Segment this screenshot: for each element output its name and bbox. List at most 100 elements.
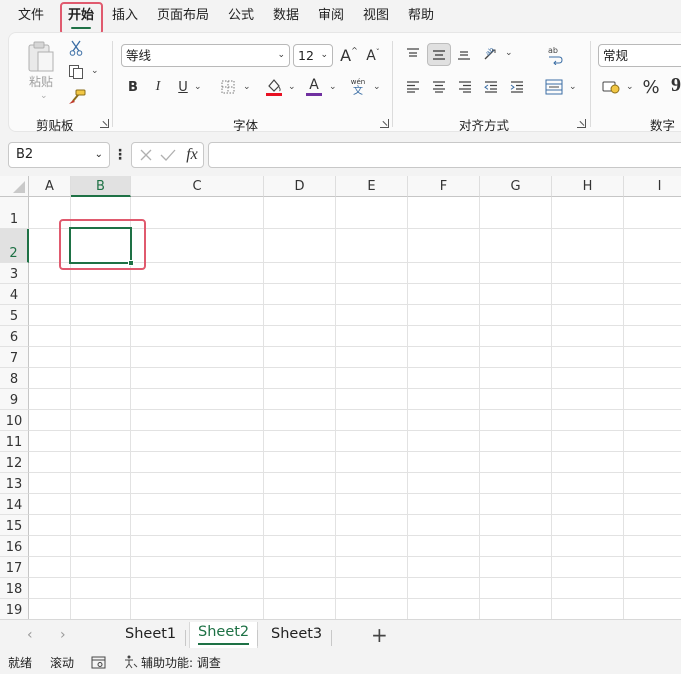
borders-icon[interactable] xyxy=(219,78,237,96)
selected-cell-b2[interactable] xyxy=(69,227,134,266)
phonetic-dropdown-icon[interactable]: ⌄ xyxy=(373,82,381,92)
row-header[interactable]: 10 xyxy=(0,410,29,431)
font-size-select[interactable]: 12 ⌄ xyxy=(293,44,333,67)
row-header[interactable]: 19 xyxy=(0,599,29,619)
row-header[interactable]: 16 xyxy=(0,536,29,557)
italic-button[interactable]: I xyxy=(150,77,166,97)
row-header[interactable]: 6 xyxy=(0,326,29,347)
fill-color-icon[interactable] xyxy=(264,76,284,98)
column-header-b[interactable]: B xyxy=(71,176,131,197)
increase-indent-icon[interactable] xyxy=(508,78,526,96)
row-header[interactable]: 8 xyxy=(0,368,29,389)
row-header[interactable]: 2 xyxy=(0,229,29,263)
row-header[interactable]: 7 xyxy=(0,347,29,368)
column-header-i[interactable]: I xyxy=(624,176,681,197)
orientation-icon[interactable]: ab xyxy=(481,43,503,65)
menu-tab-insert[interactable]: 插入 xyxy=(112,6,138,26)
row-header[interactable]: 12 xyxy=(0,452,29,473)
cut-icon[interactable] xyxy=(67,39,85,57)
sheet-tab-sheet3[interactable]: Sheet3 xyxy=(271,626,322,642)
orientation-dropdown-icon[interactable]: ⌄ xyxy=(505,48,513,58)
shrink-font-icon[interactable]: Aˇ xyxy=(364,45,382,67)
percent-button[interactable]: % xyxy=(642,76,660,98)
font-name-select[interactable]: 等线 ⌄ xyxy=(121,44,290,67)
menu-tab-help[interactable]: 帮助 xyxy=(408,6,434,26)
phonetic-guide-icon[interactable]: wén 文 xyxy=(347,75,369,99)
column-header-e[interactable]: E xyxy=(336,176,408,197)
menu-tab-view[interactable]: 视图 xyxy=(363,6,389,26)
gridline xyxy=(29,346,681,347)
merge-dropdown-icon[interactable]: ⌄ xyxy=(569,82,577,92)
menu-tab-file[interactable]: 文件 xyxy=(18,6,44,26)
menu-tab-data[interactable]: 数据 xyxy=(273,6,299,26)
decrease-indent-icon[interactable] xyxy=(482,78,500,96)
merge-center-icon[interactable] xyxy=(544,77,564,97)
number-format-select[interactable]: 常规 xyxy=(598,44,681,67)
scroll-left-icon[interactable]: ‹ xyxy=(27,627,33,643)
format-painter-icon[interactable] xyxy=(67,88,87,106)
row-header[interactable]: 5 xyxy=(0,305,29,326)
font-color-icon[interactable]: A xyxy=(305,76,323,98)
align-left-icon[interactable] xyxy=(404,78,422,96)
row-header[interactable]: 3 xyxy=(0,263,29,284)
wrap-text-icon[interactable]: ab xyxy=(544,43,566,67)
sheet-tab-sheet2[interactable]: Sheet2 xyxy=(189,622,259,648)
align-top-icon[interactable] xyxy=(404,44,422,64)
column-header-a[interactable]: A xyxy=(29,176,71,197)
row-header[interactable]: 11 xyxy=(0,431,29,452)
paste-icon[interactable] xyxy=(25,39,57,75)
column-header-h[interactable]: H xyxy=(552,176,624,197)
scroll-right-icon[interactable]: › xyxy=(60,627,66,643)
accounting-format-icon[interactable] xyxy=(601,78,621,96)
underline-button[interactable]: U xyxy=(175,77,191,97)
bold-button[interactable]: B xyxy=(125,77,141,97)
name-box[interactable]: B2 ⌄ xyxy=(8,142,110,168)
worksheet-grid[interactable]: A B C D E F G H I 1 2 3 4 5 6 7 8 9 10 1… xyxy=(0,176,681,619)
insert-function-icon[interactable]: fx xyxy=(182,144,202,166)
copy-icon[interactable] xyxy=(67,63,85,81)
column-header-g[interactable]: G xyxy=(480,176,552,197)
column-header-c[interactable]: C xyxy=(131,176,264,197)
formula-input[interactable] xyxy=(208,142,681,168)
row-header[interactable]: 15 xyxy=(0,515,29,536)
menu-tab-page-layout[interactable]: 页面布局 xyxy=(157,6,209,26)
row-header[interactable]: 13 xyxy=(0,473,29,494)
menu-tab-formulas[interactable]: 公式 xyxy=(228,6,254,26)
underline-dropdown-icon[interactable]: ⌄ xyxy=(194,82,202,92)
add-sheet-button[interactable]: + xyxy=(371,623,388,647)
row-header[interactable]: 18 xyxy=(0,578,29,599)
cancel-icon[interactable] xyxy=(136,145,156,165)
paste-dropdown-icon[interactable]: ⌄ xyxy=(40,91,48,101)
row-header[interactable]: 4 xyxy=(0,284,29,305)
accessibility-icon[interactable] xyxy=(122,655,138,669)
copy-dropdown-icon[interactable]: ⌄ xyxy=(91,66,99,76)
macro-record-icon[interactable] xyxy=(90,655,106,669)
sheet-tab-sheet1[interactable]: Sheet1 xyxy=(125,626,176,642)
column-header-f[interactable]: F xyxy=(408,176,480,197)
align-bottom-icon[interactable] xyxy=(455,44,473,64)
align-center-icon[interactable] xyxy=(430,78,448,96)
status-accessibility[interactable]: 辅助功能: 调查 xyxy=(141,654,221,671)
enter-icon[interactable] xyxy=(158,145,178,165)
align-right-icon[interactable] xyxy=(456,78,474,96)
clipboard-launcher-icon[interactable] xyxy=(100,119,109,128)
alignment-launcher-icon[interactable] xyxy=(577,119,586,128)
comma-style-button[interactable]: 9 xyxy=(669,74,681,96)
more-options-icon[interactable]: ⋮ xyxy=(113,146,127,164)
row-header[interactable]: 9 xyxy=(0,389,29,410)
menu-tab-review[interactable]: 审阅 xyxy=(318,6,344,26)
fill-handle[interactable] xyxy=(128,260,134,266)
row-header[interactable]: 14 xyxy=(0,494,29,515)
fill-color-dropdown-icon[interactable]: ⌄ xyxy=(288,82,296,92)
column-header-d[interactable]: D xyxy=(264,176,336,197)
select-all-button[interactable] xyxy=(0,176,29,197)
borders-dropdown-icon[interactable]: ⌄ xyxy=(243,82,251,92)
row-header[interactable]: 1 xyxy=(0,197,29,229)
menu-tab-home[interactable]: 开始 xyxy=(68,6,94,29)
align-middle-icon[interactable] xyxy=(427,43,451,66)
accounting-dropdown-icon[interactable]: ⌄ xyxy=(626,82,634,92)
row-header[interactable]: 17 xyxy=(0,557,29,578)
font-launcher-icon[interactable] xyxy=(380,119,389,128)
grow-font-icon[interactable]: A ^ xyxy=(339,43,359,67)
font-color-dropdown-icon[interactable]: ⌄ xyxy=(329,82,337,92)
